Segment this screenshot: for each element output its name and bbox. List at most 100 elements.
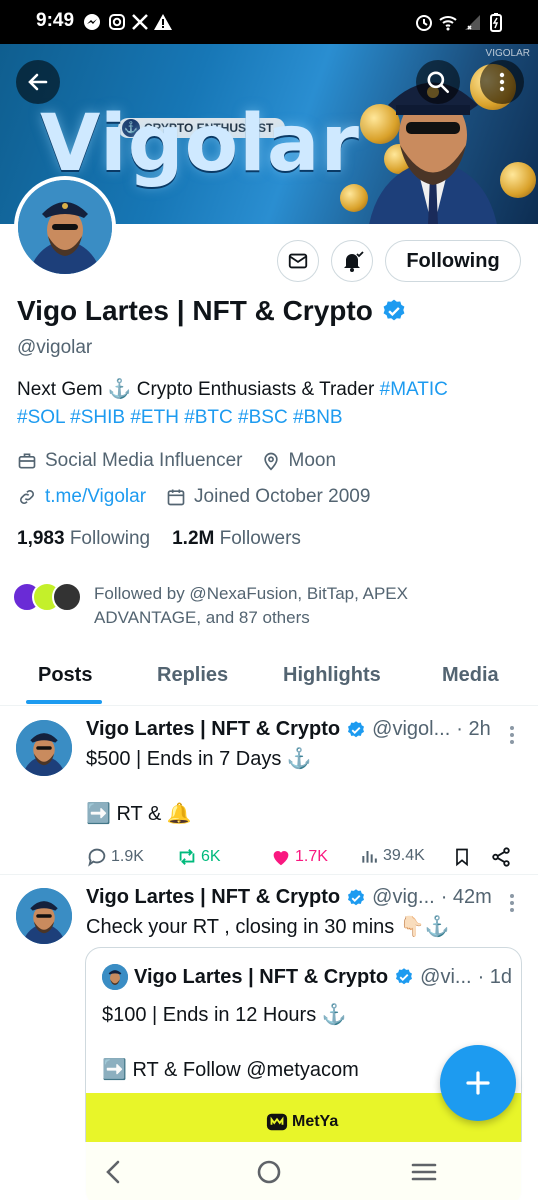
- status-bar: 9:49: [0, 0, 538, 44]
- quoted-author-name: Vigo Lartes | NFT & Crypto: [134, 965, 389, 988]
- verified-badge-icon: [396, 968, 413, 985]
- reply-button[interactable]: 1.9K: [86, 846, 144, 868]
- more-options-button[interactable]: [480, 60, 524, 104]
- profile-joined-date: Joined October 2009: [194, 486, 371, 507]
- verified-badge-icon: [348, 720, 365, 737]
- instagram-icon: [109, 14, 125, 30]
- views-button[interactable]: 39.4K: [360, 846, 425, 866]
- followed-by-row[interactable]: Followed by @NexaFusion, BitTap, APEX AD…: [12, 582, 454, 630]
- profile-bio: Next Gem ⚓ Crypto Enthusiasts & Trader #…: [17, 376, 522, 432]
- reply-icon: [88, 848, 106, 867]
- repost-button[interactable]: 6K: [176, 846, 221, 868]
- post-author-name[interactable]: Vigo Lartes | NFT & Crypto: [86, 886, 340, 909]
- metya-logo-icon: [266, 1113, 288, 1131]
- battery-icon: [490, 13, 502, 32]
- post-text-line: $500 | Ends in 7 Days ⚓: [86, 748, 312, 770]
- post-time: · 42m: [440, 886, 492, 908]
- bar-chart-icon: [362, 851, 377, 863]
- x-logo-icon: [132, 14, 148, 30]
- bio-text: Next Gem ⚓ Crypto Enthusiasts & Trader: [17, 379, 380, 400]
- share-icon: [492, 847, 510, 867]
- post-text-line: Check your RT , closing in 30 mins 👇🏻⚓: [86, 916, 450, 938]
- post-author-avatar[interactable]: [16, 720, 72, 776]
- quoted-author-handle: @vi...: [420, 965, 472, 988]
- search-icon: [427, 71, 450, 94]
- profile-meta-row-2: t.me/Vigolar Joined October 2009: [17, 486, 370, 508]
- following-button[interactable]: Following: [385, 240, 521, 282]
- profile-website-link[interactable]: t.me/Vigolar: [45, 486, 146, 508]
- profile-avatar[interactable]: [14, 176, 116, 278]
- post-item[interactable]: Vigo Lartes | NFT & Crypto @vigol... · 2…: [0, 706, 538, 874]
- link-icon: [20, 490, 34, 504]
- profile-category: Social Media Influencer: [45, 450, 243, 471]
- quoted-author-avatar: [102, 964, 128, 990]
- captain-avatar-image: [16, 888, 72, 944]
- verified-badge-icon: [383, 299, 405, 321]
- post-more-button[interactable]: [510, 894, 516, 915]
- post-text-line: ➡️ RT & 🔔: [86, 803, 192, 825]
- follower-avatar: [52, 582, 82, 612]
- profile-stats: 1,983 Following 1.2M Followers: [17, 528, 301, 550]
- active-tab-indicator: [26, 700, 102, 704]
- messenger-icon: [84, 14, 100, 30]
- tab-replies[interactable]: Replies: [157, 664, 228, 687]
- signal-icon: [465, 15, 480, 30]
- back-button[interactable]: [16, 60, 60, 104]
- tab-highlights[interactable]: Highlights: [283, 664, 381, 687]
- wifi-icon: [439, 16, 457, 31]
- heart-filled-icon: [273, 851, 289, 866]
- tab-posts[interactable]: Posts: [38, 664, 92, 687]
- post-header: Vigo Lartes | NFT & Crypto @vig... · 42m: [86, 886, 492, 909]
- notifications-button[interactable]: [331, 240, 373, 282]
- plus-icon: [466, 1071, 490, 1095]
- briefcase-icon: [18, 453, 36, 469]
- banner-brand-text: Vigolar: [40, 99, 360, 189]
- captain-avatar-image: [16, 720, 72, 776]
- post-more-button[interactable]: [510, 726, 516, 747]
- tab-media[interactable]: Media: [442, 664, 499, 687]
- profile-name: Vigo Lartes | NFT & Crypto: [17, 295, 407, 327]
- warning-icon: [154, 14, 172, 30]
- followed-by-text: Followed by @NexaFusion, BitTap, APEX AD…: [94, 584, 408, 627]
- system-navigation-bar: [0, 1142, 538, 1200]
- mail-icon: [288, 253, 308, 269]
- post-author-handle: @vigol...: [372, 718, 451, 740]
- verified-badge-icon: [348, 888, 365, 905]
- hashtag-links[interactable]: #SOL #SHIB #ETH #BTC #BSC #BNB: [17, 407, 343, 428]
- compose-post-button[interactable]: [440, 1045, 516, 1121]
- post-author-avatar[interactable]: [16, 888, 72, 944]
- alarm-icon: [416, 15, 432, 31]
- bookmark-button[interactable]: [452, 846, 472, 868]
- bookmark-icon: [456, 848, 468, 867]
- post-author-name[interactable]: Vigo Lartes | NFT & Crypto: [86, 718, 340, 741]
- like-button[interactable]: 1.7K: [270, 846, 328, 868]
- status-time: 9:49: [36, 10, 75, 31]
- share-button[interactable]: [490, 846, 512, 868]
- captain-avatar-image: [18, 180, 112, 274]
- hashtag-link[interactable]: #MATIC: [380, 379, 448, 400]
- calendar-icon: [167, 489, 185, 506]
- following-count-link[interactable]: 1,983 Following: [17, 528, 150, 550]
- post-header: Vigo Lartes | NFT & Crypto @vigol... · 2…: [86, 718, 491, 741]
- profile-handle: @vigolar: [17, 337, 93, 358]
- message-button[interactable]: [277, 240, 319, 282]
- profile-tabs: Posts Replies Highlights Media: [0, 656, 538, 706]
- nav-recents-icon[interactable]: [410, 1158, 438, 1186]
- more-vertical-icon: [499, 72, 505, 92]
- post-time: · 2h: [456, 718, 491, 740]
- bell-check-icon: [344, 251, 364, 272]
- arrow-left-icon: [28, 73, 48, 91]
- nav-back-icon[interactable]: [100, 1158, 128, 1186]
- repost-icon: [179, 849, 195, 865]
- location-pin-icon: [263, 452, 278, 471]
- search-button[interactable]: [416, 60, 460, 104]
- quoted-text-line: ➡️ RT & Follow @metyacom: [102, 1059, 359, 1081]
- quoted-post-header: Vigo Lartes | NFT & Crypto @vi... · 1d: [102, 964, 512, 990]
- metya-logo: MetYa: [266, 1111, 338, 1133]
- nav-home-icon[interactable]: [255, 1158, 283, 1186]
- quoted-text-line: $100 | Ends in 12 Hours ⚓: [102, 1004, 347, 1026]
- followers-count-link[interactable]: 1.2M Followers: [172, 528, 301, 550]
- profile-location: Moon: [288, 450, 337, 471]
- post-actions: 1.9K 6K 1.7K 39.4K: [86, 846, 516, 868]
- post-author-handle: @vig...: [372, 886, 435, 908]
